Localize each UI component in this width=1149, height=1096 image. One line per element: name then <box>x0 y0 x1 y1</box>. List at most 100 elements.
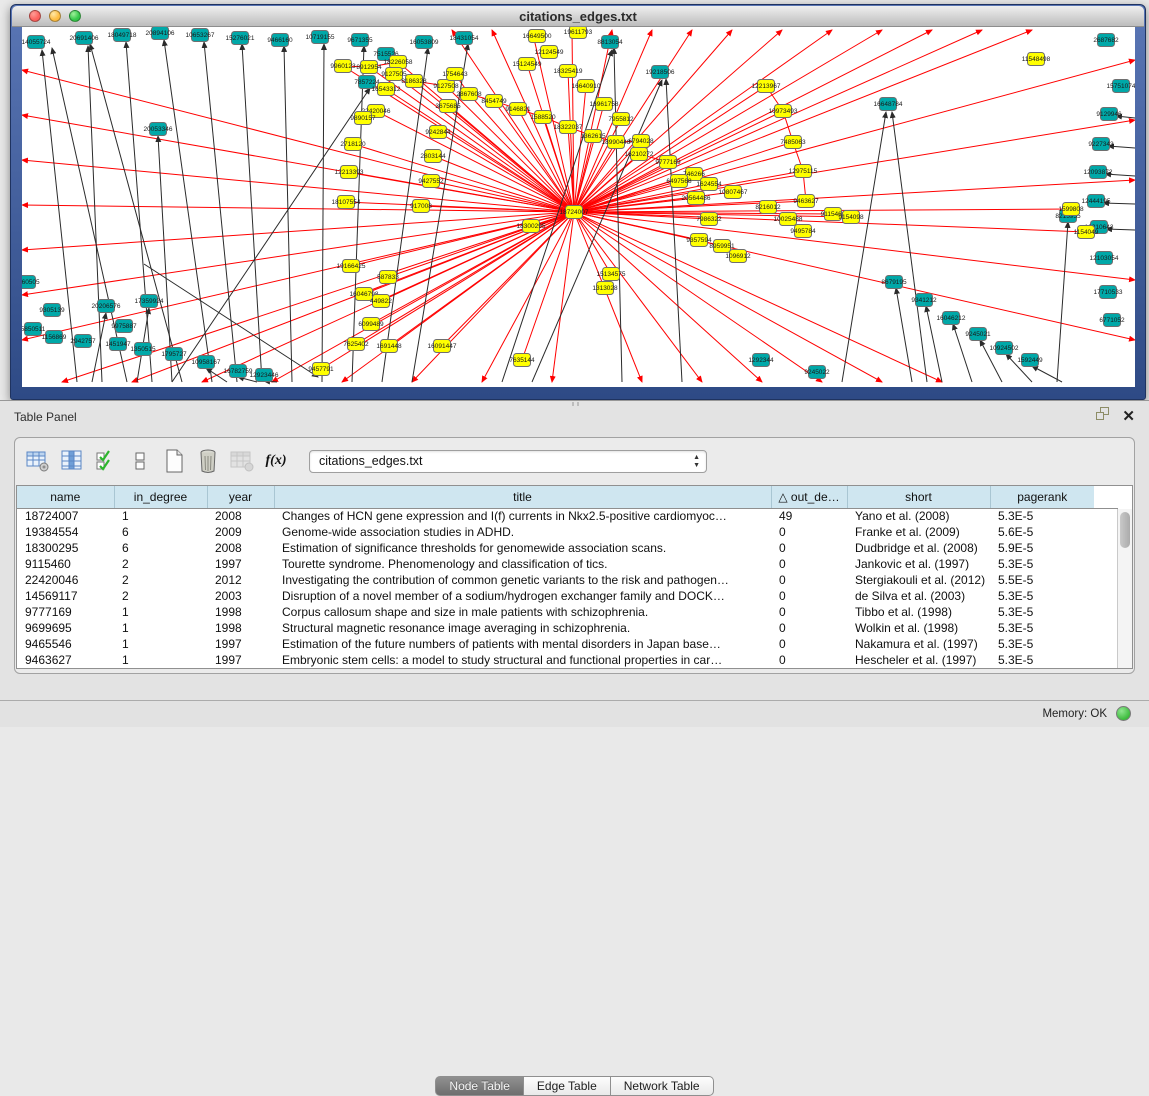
column-header[interactable]: year <box>207 486 274 508</box>
graph-node[interactable]: 11548498 <box>1022 53 1051 66</box>
table-row[interactable]: 911546021997Tourette syndrome. Phenomeno… <box>17 556 1118 572</box>
graph-node[interactable]: 7625402 <box>343 338 369 351</box>
table-select[interactable]: citations_edges.txt ▲▼ <box>309 450 707 473</box>
delete-table-icon[interactable] <box>193 447 223 475</box>
graph-node[interactable]: 19611793 <box>564 27 593 39</box>
table-row[interactable]: 1938455462009Genome-wide association stu… <box>17 524 1118 540</box>
graph-node[interactable]: 1156869 <box>42 331 67 344</box>
graph-node[interactable]: 12124549 <box>535 46 564 59</box>
graph-node[interactable]: 9357594 <box>686 234 712 247</box>
graph-node[interactable]: 9245021 <box>965 328 991 341</box>
graph-node[interactable]: 16053809 <box>410 36 439 49</box>
graph-node[interactable]: 2560505 <box>22 276 40 289</box>
rows-icon[interactable] <box>125 447 155 475</box>
table-row[interactable]: 1456911722003Disruption of a novel membe… <box>17 588 1118 604</box>
graph-node[interactable]: 8813054 <box>597 36 623 49</box>
table-row[interactable]: 1872400712008Changes of HCN gene express… <box>17 508 1118 524</box>
column-header[interactable]: name <box>17 486 114 508</box>
graph-node[interactable]: 12975115 <box>789 165 818 178</box>
new-table-icon[interactable] <box>159 447 189 475</box>
graph-node[interactable]: 15751074 <box>1107 80 1135 93</box>
table-row[interactable]: 2242004622012Investigating the contribut… <box>17 572 1118 588</box>
tab-network-table[interactable]: Network Table <box>611 1076 714 1096</box>
graph-node[interactable]: 18049718 <box>108 29 137 42</box>
graph-node[interactable]: 7955812 <box>608 113 634 126</box>
graph-node[interactable]: 2942757 <box>70 335 96 348</box>
table-row[interactable]: 946362711997Embryonic stem cells: a mode… <box>17 652 1118 668</box>
table-header-row[interactable]: namein_degreeyeartitle△ out_de…shortpage… <box>17 486 1118 508</box>
graph-node[interactable]: 9463627 <box>793 195 819 208</box>
graph-node[interactable]: 1599808 <box>1058 203 1084 216</box>
graph-node[interactable]: 9975887 <box>111 320 137 333</box>
graph-node[interactable]: 1350515 <box>130 343 156 356</box>
column-header[interactable]: short <box>847 486 990 508</box>
zoom-window-button[interactable] <box>69 10 81 22</box>
graph-node[interactable]: 9154098 <box>838 211 864 224</box>
graph-node[interactable]: 2867608 <box>456 88 482 101</box>
graph-node[interactable]: 20894106 <box>146 27 175 40</box>
graph-node[interactable]: 1795727 <box>161 348 187 361</box>
graph-node[interactable]: 9127505 <box>381 68 407 81</box>
column-header[interactable]: title <box>274 486 771 508</box>
table-settings-icon[interactable] <box>23 447 53 475</box>
graph-node[interactable]: 2687682 <box>1093 34 1119 47</box>
table-row[interactable]: 977716911998Corpus callosum shape and si… <box>17 604 1118 620</box>
panel-resize-handle[interactable] <box>572 402 579 406</box>
graph-node[interactable]: 16046212 <box>937 312 966 325</box>
memory-ok-icon[interactable] <box>1116 706 1131 721</box>
column-header[interactable]: in_degree <box>114 486 207 508</box>
graph-node[interactable]: 5850511 <box>22 323 46 336</box>
graph-node[interactable]: 1292344 <box>748 354 774 367</box>
graph-node[interactable]: 6771052 <box>1099 314 1125 327</box>
tab-node-table[interactable]: Node Table <box>435 1076 524 1096</box>
graph-node[interactable]: 15124549 <box>513 58 542 71</box>
graph-node[interactable]: 9341212 <box>911 294 937 307</box>
graph-node[interactable]: 10719155 <box>306 31 335 44</box>
close-panel-icon[interactable]: ✕ <box>1122 409 1135 424</box>
graph-node[interactable]: 9466160 <box>267 34 293 47</box>
graph-node[interactable]: 9457791 <box>308 363 334 376</box>
minimize-window-button[interactable] <box>49 10 61 22</box>
graph-node[interactable]: 10025488 <box>774 213 803 226</box>
graph-node[interactable]: 1362615 <box>580 130 606 143</box>
window-titlebar[interactable]: citations_edges.txt <box>12 6 1144 27</box>
graph-node[interactable]: 20206576 <box>92 300 121 313</box>
scrollbar-thumb[interactable] <box>1120 512 1130 548</box>
select-columns-icon[interactable] <box>91 447 121 475</box>
graph-node[interactable]: 12103054 <box>1090 252 1119 265</box>
table-column-icon[interactable] <box>57 447 87 475</box>
graph-node[interactable]: 10924502 <box>990 342 1019 355</box>
graph-node[interactable]: 16648784 <box>874 98 903 111</box>
graph-node[interactable]: 14055724 <box>22 36 51 49</box>
graph-node[interactable]: 16091447 <box>428 340 457 353</box>
graph-node[interactable]: 12923446 <box>250 369 279 382</box>
graph-node[interactable]: 449822 <box>370 295 392 308</box>
graph-node[interactable]: 2718120 <box>340 138 366 151</box>
graph-node[interactable]: 19218506 <box>646 66 675 79</box>
graph-node[interactable]: 1451947 <box>105 338 131 351</box>
graph-node[interactable]: 12213967 <box>752 80 781 93</box>
graph-node[interactable]: 17710533 <box>1094 286 1123 299</box>
graph-node[interactable]: 587833 <box>377 271 399 284</box>
graph-node[interactable]: 12093872 <box>1084 166 1113 179</box>
graph-node[interactable]: 20691406 <box>70 32 99 45</box>
graph-node[interactable]: 10653267 <box>186 29 215 42</box>
graph-node[interactable]: 9129946 <box>1096 108 1122 121</box>
float-panel-icon[interactable] <box>1096 407 1110 425</box>
graph-node[interactable]: 9245022 <box>804 366 830 379</box>
column-header[interactable]: △ out_de… <box>771 486 847 508</box>
graph-node[interactable]: 917008 <box>410 200 432 213</box>
network-view-canvas[interactable]: 14055724 20691406 18049718 20894106 10653267… <box>22 27 1135 387</box>
graph-node[interactable]: 12444195 <box>1082 195 1111 208</box>
graph-node[interactable]: 7635144 <box>509 354 535 367</box>
graph-node[interactable]: 9127508 <box>433 80 459 93</box>
graph-node[interactable]: 16640910 <box>572 80 601 93</box>
graph-node[interactable]: 9227343 <box>1088 138 1114 151</box>
vertical-scrollbar[interactable] <box>1117 509 1132 668</box>
graph-node[interactable]: 16782759 <box>224 365 253 378</box>
graph-node[interactable]: 9427552 <box>418 175 444 188</box>
table-row[interactable]: 969969511998Structural magnetic resonanc… <box>17 620 1118 636</box>
tab-edge-table[interactable]: Edge Table <box>524 1076 611 1096</box>
graph-node[interactable]: 9671355 <box>347 34 373 47</box>
graph-node[interactable]: 2803144 <box>420 150 446 163</box>
